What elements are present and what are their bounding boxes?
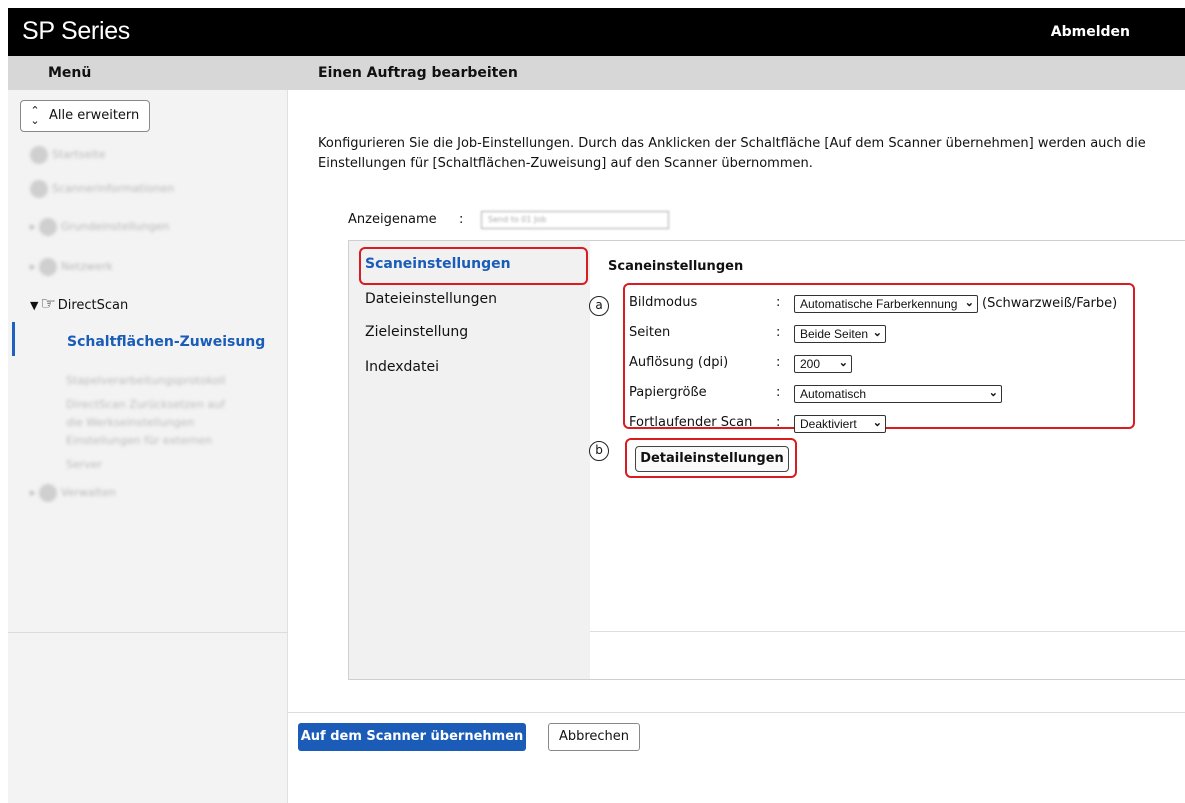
main-content: Konfigurieren Sie die Job-Einstellungen.… bbox=[288, 90, 1185, 803]
menu-title: Menü bbox=[48, 65, 92, 81]
sidebar-item-network[interactable]: ▸ Netzwerk bbox=[30, 258, 113, 282]
title-bar: Menü Einen Auftrag bearbeiten bbox=[8, 56, 1185, 90]
collapse-triangle-icon: ▼ bbox=[30, 299, 39, 312]
intro-text: Konfigurieren Sie die Job-Einstellungen.… bbox=[318, 136, 1146, 171]
expand-all-button[interactable]: ⌃ ⌄ Alle erweitern bbox=[20, 100, 150, 132]
home-icon bbox=[30, 146, 48, 164]
gear-icon bbox=[39, 218, 58, 236]
tab-index-file[interactable]: Indexdatei bbox=[365, 359, 439, 375]
sidebar-item-reset-line1[interactable]: DirectScan Zurücksetzen auf bbox=[66, 398, 225, 411]
display-name-colon: : bbox=[459, 212, 464, 227]
chevron-down-icon: ⌄ bbox=[872, 417, 882, 429]
sidebar-item-batch-log[interactable]: Stapelverarbeitungsprotokoll bbox=[66, 374, 226, 387]
sidebar-item-directscan[interactable]: ▼ ☞ DirectScan bbox=[30, 294, 128, 314]
apply-to-scanner-button[interactable]: Auf dem Scanner übernehmen bbox=[298, 723, 526, 751]
image-mode-label: Bildmodus bbox=[629, 295, 698, 310]
pages-label: Seiten bbox=[629, 325, 671, 340]
resolution-select[interactable]: 200 ⌄ bbox=[794, 355, 852, 373]
sidebar-item-button-assignment[interactable]: Schaltflächen-Zuweisung bbox=[67, 334, 265, 350]
paper-size-label: Papiergröße bbox=[629, 385, 707, 400]
tab-file-settings[interactable]: Dateieinstellungen bbox=[365, 291, 497, 307]
pages-select[interactable]: Beide Seiten ⌄ bbox=[794, 325, 886, 343]
cancel-button[interactable]: Abbrechen bbox=[548, 723, 640, 751]
section-title: Scaneinstellungen bbox=[608, 259, 744, 274]
job-settings-panel: Scaneinstellungen Dateieinstellungen Zie… bbox=[348, 240, 1185, 680]
page-title: Einen Auftrag bearbeiten bbox=[318, 65, 518, 81]
chevron-down-icon: ⌄ bbox=[872, 327, 882, 339]
sidebar-item-manage[interactable]: ▸ Verwalten bbox=[30, 484, 116, 508]
expand-triangle-icon: ▸ bbox=[30, 220, 40, 233]
expand-triangle-icon: ▸ bbox=[30, 260, 40, 273]
sidebar-item-basic-settings[interactable]: ▸ Grundeinstellungen bbox=[30, 218, 169, 242]
info-icon bbox=[30, 180, 48, 198]
display-name-input[interactable]: Send to 01 Job bbox=[481, 211, 669, 229]
expand-triangle-icon: ▸ bbox=[30, 486, 40, 499]
panel-divider bbox=[590, 631, 1185, 632]
sidebar-item-home[interactable]: Startseite bbox=[30, 146, 106, 170]
expand-all-label: Alle erweitern bbox=[49, 108, 140, 123]
detail-settings-button[interactable]: Detaileinstellungen bbox=[635, 446, 789, 472]
sidebar-item-scanner-info[interactable]: Scannerinformationen bbox=[30, 180, 174, 204]
sidebar-item-reset-line2[interactable]: die Werkseinstellungen bbox=[66, 416, 194, 429]
tab-scan-settings[interactable]: Scaneinstellungen bbox=[365, 256, 511, 272]
network-icon bbox=[39, 258, 58, 276]
tab-destination-settings[interactable]: Zieleinstellung bbox=[365, 324, 468, 340]
footer-divider bbox=[288, 712, 1185, 713]
active-indicator bbox=[12, 322, 15, 356]
marker-b: b bbox=[589, 441, 609, 461]
sidebar-item-external-server-line1[interactable]: Einstellungen für externen bbox=[66, 434, 212, 447]
logout-link[interactable]: Abmelden bbox=[1051, 24, 1130, 40]
continuous-scan-label: Fortlaufender Scan bbox=[629, 415, 753, 430]
image-mode-select[interactable]: Automatische Farberkennung ⌄ bbox=[794, 295, 978, 313]
image-mode-hint: (Schwarzweiß/Farbe) bbox=[982, 296, 1118, 311]
sidebar-divider bbox=[8, 632, 288, 633]
resolution-label: Auflösung (dpi) bbox=[629, 355, 729, 370]
wrench-icon bbox=[39, 484, 58, 502]
sidebar: ⌃ ⌄ Alle erweitern Startseite Scannerinfo… bbox=[8, 90, 288, 803]
brand-logo: SP Series bbox=[22, 17, 131, 45]
app-header: SP Series Abmelden bbox=[8, 8, 1185, 56]
chevron-down-icon: ⌄ bbox=[838, 357, 848, 369]
continuous-scan-select[interactable]: Deaktiviert ⌄ bbox=[794, 415, 886, 433]
paper-size-select[interactable]: Automatisch ⌄ bbox=[794, 385, 1002, 403]
chevron-down-icon: ⌄ bbox=[964, 297, 974, 309]
hand-scan-icon: ☞ bbox=[40, 294, 56, 314]
display-name-label: Anzeigename bbox=[348, 212, 437, 227]
sidebar-item-external-server-line2[interactable]: Server bbox=[66, 458, 102, 471]
chevron-down-icon: ⌄ bbox=[988, 387, 998, 399]
marker-a: a bbox=[589, 296, 609, 316]
expand-collapse-icon: ⌃ ⌄ bbox=[30, 104, 40, 127]
